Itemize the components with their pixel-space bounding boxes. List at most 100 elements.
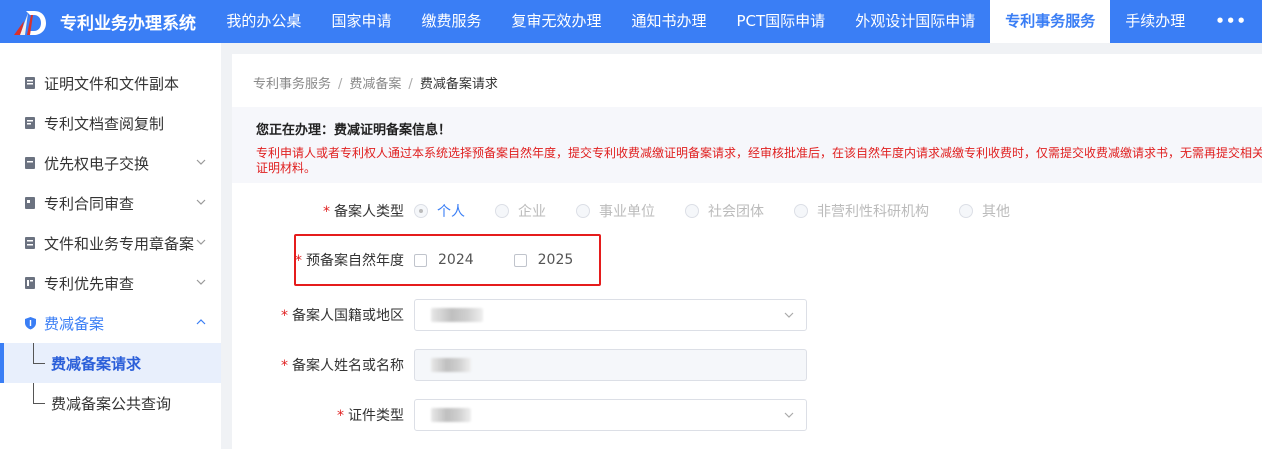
chevron-down-icon [784,412,794,418]
nationality-label-text: 备案人国籍或地区 [292,308,404,324]
radio-label: 个人 [437,204,465,220]
sidebar-item-priority-exchange[interactable]: 优先权电子交换 [0,143,221,183]
radio-public-institution[interactable]: 事业单位 [576,201,655,221]
nav-more-button[interactable]: ••• [1200,0,1262,43]
sidebar-subitem-fee-reduction-request[interactable]: 费减备案请求 [0,343,221,383]
brand-title: 专利业务办理系统 [60,14,196,34]
radio-dot [414,204,428,218]
radio-social-organization[interactable]: 社会团体 [685,201,764,221]
nav-item-notices[interactable]: 通知书办理 [616,0,721,43]
sidebar-item-label: 专利合同审查 [44,194,135,213]
sidebar-subitem-fee-reduction-query[interactable]: 费减备案公共查询 [0,383,221,423]
radio-label: 企业 [518,204,546,220]
radio-dot [576,204,590,218]
id-type-label-text: 证件类型 [348,408,404,424]
sidebar-item-label: 文件和业务专用章备案 [44,234,195,253]
sidebar-item-document-copy[interactable]: 专利文档查阅复制 [0,103,221,143]
radio-nonprofit-research[interactable]: 非营利性科研机构 [794,201,929,221]
breadcrumb-current: 费减备案请求 [419,77,498,92]
nationality-row: * 备案人国籍或地区 [232,298,1262,332]
chevron-up-icon [196,319,206,325]
id-type-row: * 证件类型 [232,398,1262,432]
notice-text: 专利申请人或者专利权人通过本系统选择预备案自然年度，提交专利收费减缴证明备案请求… [256,146,1262,175]
breadcrumb-item-patent-affairs[interactable]: 专利事务服务 [253,77,331,92]
filer-name-label-text: 备案人姓名或名称 [292,358,404,374]
tree-connector [33,343,34,363]
redacted-value [431,308,483,322]
radio-dot [794,204,808,218]
tree-connector [33,402,45,404]
sidebar-item-label: 费减备案 [44,314,105,333]
tree-connector [33,362,45,364]
radio-label: 其他 [982,204,1010,220]
filer-name-label: * 备案人姓名或名称 [232,355,414,375]
sidebar-item-label: 专利优先审查 [44,274,135,293]
chevron-down-icon [196,239,206,245]
sidebar-item-label: 证明文件和文件副本 [44,74,180,93]
breadcrumb: 专利事务服务 / 费减备案 / 费减备案请求 [253,73,498,92]
chevron-down-icon [784,312,794,318]
breadcrumb-separator: / [338,77,343,92]
chevron-down-icon [196,159,206,165]
sidebar-item-seal-filing[interactable]: 文件和业务专用章备案 [0,223,221,263]
nav-item-design-international[interactable]: 外观设计国际申请 [840,0,990,43]
priority-document-icon [25,277,35,289]
logo-icon [12,7,52,37]
radio-dot [685,204,699,218]
radio-dot [959,204,973,218]
nav-item-fee-payment[interactable]: 缴费服务 [406,0,496,43]
sidebar-item-label: 专利文档查阅复制 [44,114,165,133]
required-mark: * [337,408,344,424]
required-mark: * [281,308,288,324]
redacted-value [431,408,471,422]
filer-type-row: * 备案人类型 个人 企业 事业单位 社会团体 非营利性科研机构 其他 [232,194,1262,228]
required-mark: * [323,204,330,220]
filer-type-radio-group: 个人 企业 事业单位 社会团体 非营利性科研机构 其他 [414,201,1040,221]
nationality-label: * 备案人国籍或地区 [232,305,414,325]
nav-item-my-desk[interactable]: 我的办公桌 [211,0,316,43]
filer-name-row: * 备案人姓名或名称 [232,348,1262,382]
breadcrumb-item-fee-reduction[interactable]: 费减备案 [349,77,401,92]
radio-label: 非营利性科研机构 [817,204,929,220]
nav-item-patent-affairs[interactable]: 专利事务服务 [990,0,1111,43]
sidebar-subitem-label: 费减备案请求 [51,354,142,373]
sidebar-item-certificates[interactable]: 证明文件和文件副本 [0,63,221,103]
nav-item-procedures[interactable]: 手续办理 [1110,0,1200,43]
tree-connector [33,383,34,403]
nav-item-national-application[interactable]: 国家申请 [316,0,406,43]
top-navbar: 专利业务办理系统 我的办公桌 国家申请 缴费服务 复审无效办理 通知书办理 PC… [0,0,1262,43]
chevron-down-icon [196,279,206,285]
notice-panel: 您正在办理：费减证明备案信息！ 专利申请人或者专利权人通过本系统选择预备案自然年… [232,107,1262,183]
filer-type-label: * 备案人类型 [232,201,414,221]
brand[interactable]: 专利业务办理系统 [0,0,211,43]
nationality-select[interactable] [414,299,807,331]
sidebar-item-label: 优先权电子交换 [44,154,150,173]
document-icon [25,77,35,89]
id-type-label: * 证件类型 [232,405,414,425]
redacted-value [431,358,471,372]
nav-item-reexamination[interactable]: 复审无效办理 [496,0,616,43]
stamp-document-icon [25,237,35,249]
radio-other[interactable]: 其他 [959,201,1010,221]
required-mark: * [281,358,288,374]
filer-name-input[interactable] [414,349,807,381]
radio-enterprise[interactable]: 企业 [495,201,546,221]
sidebar-item-contract-review[interactable]: 专利合同审查 [0,183,221,223]
exchange-document-icon [25,157,35,169]
contract-icon [25,197,35,209]
main-nav: 我的办公桌 国家申请 缴费服务 复审无效办理 通知书办理 PCT国际申请 外观设… [211,0,1262,43]
shield-icon [25,317,36,330]
copy-document-icon [25,117,35,129]
sidebar: 证明文件和文件副本 专利文档查阅复制 优先权电子交换 专利合同审查 文件和业务专… [0,43,221,449]
sidebar-subitem-label: 费减备案公共查询 [51,394,172,413]
nav-item-pct[interactable]: PCT国际申请 [722,0,841,43]
radio-label: 事业单位 [599,204,655,220]
filer-type-label-text: 备案人类型 [334,204,404,220]
sidebar-item-fee-reduction[interactable]: 费减备案 [0,303,221,343]
radio-individual[interactable]: 个人 [414,201,465,221]
chevron-down-icon [196,199,206,205]
id-type-select[interactable] [414,399,807,431]
radio-dot [495,204,509,218]
notice-title: 您正在办理：费减证明备案信息！ [256,123,452,138]
sidebar-item-priority-review[interactable]: 专利优先审查 [0,263,221,303]
